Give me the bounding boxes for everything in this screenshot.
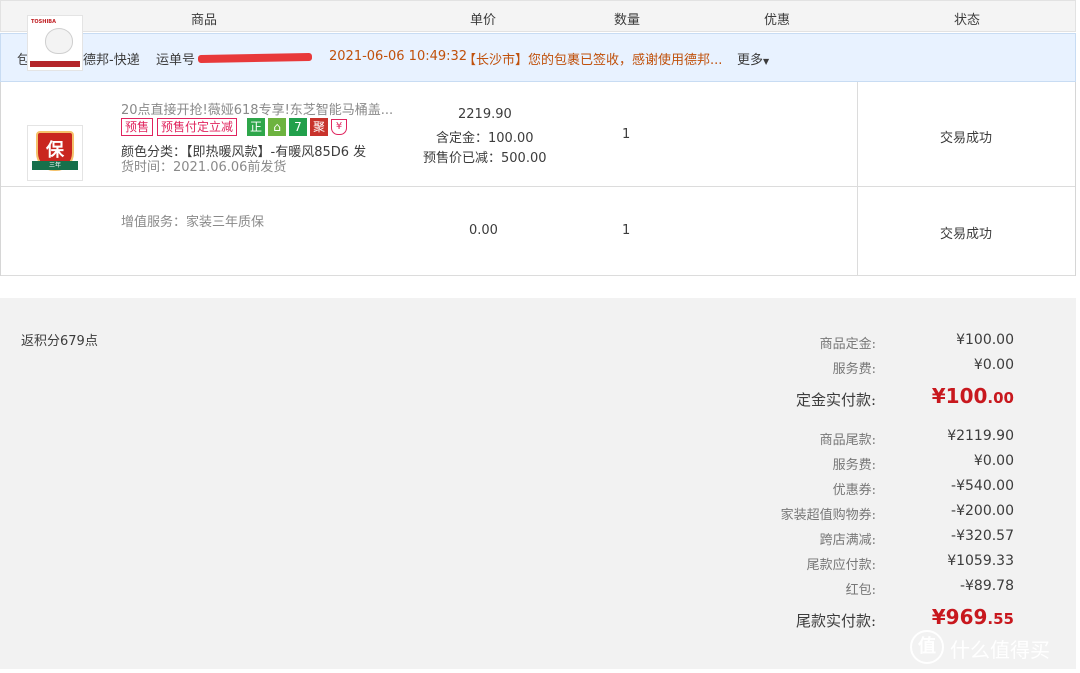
service-fee-value: ¥0.00 bbox=[973, 357, 1014, 373]
brand-logo: TOSHIBA bbox=[31, 19, 56, 25]
logistics-message[interactable]: 【长沙市】您的包裹已签收，感谢使用德邦... bbox=[463, 49, 722, 68]
balance-goods-label: 商品尾款: bbox=[819, 433, 876, 448]
service-price: 0.00 bbox=[469, 223, 498, 238]
balance-due-value: ¥1059.33 bbox=[947, 553, 1014, 569]
warranty-thumbnail[interactable]: 保 三年 bbox=[27, 125, 83, 181]
home-coupon-label: 家装超值购物券: bbox=[780, 508, 876, 523]
service-fee2-label: 服务费: bbox=[832, 458, 876, 473]
home-badge-icon: ⌂ bbox=[268, 118, 286, 136]
coupon-value: -¥540.00 bbox=[951, 478, 1014, 494]
column-divider bbox=[857, 82, 858, 186]
redacted-tracking-number bbox=[197, 53, 313, 63]
chevron-down-icon: ▼ bbox=[763, 57, 770, 66]
more-label: 更多 bbox=[737, 53, 764, 68]
genuine-badge-icon: 正 bbox=[247, 118, 265, 136]
deposit-paid-label: 定金实付款: bbox=[795, 391, 876, 409]
table-header: 商品 单价 数量 优惠 状态 bbox=[0, 0, 1076, 32]
product-thumbnail[interactable]: TOSHIBA bbox=[27, 15, 83, 71]
tag-presale: 预售 bbox=[121, 118, 154, 136]
payment-summary: 返积分679点 商品定金: ¥100.00 服务费: ¥0.00 定金实付款: … bbox=[0, 298, 1076, 669]
watermark-text: 什么值得买 bbox=[950, 638, 1050, 662]
deposit-paid-dec: .00 bbox=[987, 389, 1014, 407]
package-row: 包裹1 德邦-快递 运单号 2021-06-06 10:49:32 【长沙市】您… bbox=[0, 33, 1076, 82]
cross-store-label: 跨店满减: bbox=[819, 533, 876, 548]
balance-due-label: 尾款应付款: bbox=[806, 558, 876, 573]
service-title: 增值服务：家装三年质保 bbox=[121, 215, 265, 230]
item-price: 2219.90 bbox=[458, 107, 512, 122]
item-deposit: 含定金：100.00 bbox=[436, 131, 534, 146]
col-unit-price: 单价 bbox=[470, 13, 497, 28]
col-quantity: 数量 bbox=[614, 13, 641, 28]
warranty-char: 保 bbox=[46, 140, 64, 161]
toilet-seat-icon bbox=[45, 28, 73, 54]
seven-day-return-icon: 7 bbox=[289, 118, 307, 136]
cross-store-value: -¥320.57 bbox=[951, 528, 1014, 544]
balance-paid-label: 尾款实付款: bbox=[795, 612, 876, 630]
balance-paid-value: ¥969.55 bbox=[932, 605, 1014, 629]
deposit-paid-value: ¥100.00 bbox=[932, 384, 1014, 408]
banner-strip bbox=[30, 61, 80, 67]
red-packet-value: -¥89.78 bbox=[959, 578, 1014, 594]
column-divider bbox=[857, 187, 858, 275]
home-coupon-value: -¥200.00 bbox=[951, 503, 1014, 519]
warranty-shield-icon: 保 三年 bbox=[32, 131, 78, 171]
coupon-label: 优惠券: bbox=[832, 483, 876, 498]
guarantee-shield-icon: ¥ bbox=[331, 119, 347, 135]
item-quantity: 1 bbox=[622, 127, 631, 142]
col-product: 商品 bbox=[191, 13, 218, 28]
warranty-ribbon: 三年 bbox=[32, 161, 78, 170]
red-packet-label: 红包: bbox=[845, 583, 876, 598]
balance-goods-value: ¥2119.90 bbox=[947, 428, 1014, 444]
item-presale-off: 预售价已减：500.00 bbox=[423, 151, 547, 166]
deposit-paid-int: ¥100 bbox=[931, 384, 988, 408]
item-status: 交易成功 bbox=[940, 131, 993, 146]
table-row: 0.00 1 交易成功 bbox=[1, 187, 1075, 276]
logistics-time: 2021-06-06 10:49:32 bbox=[329, 49, 468, 64]
more-dropdown[interactable]: 更多▼ bbox=[737, 49, 769, 68]
service-status: 交易成功 bbox=[940, 227, 993, 242]
col-discount: 优惠 bbox=[764, 13, 791, 28]
balance-paid-dec: .55 bbox=[987, 610, 1014, 628]
col-status: 状态 bbox=[954, 13, 981, 28]
tracking-label: 运单号 bbox=[156, 53, 196, 68]
smzdm-logo-icon: 值 bbox=[910, 630, 944, 664]
service-fee2-value: ¥0.00 bbox=[973, 453, 1014, 469]
balance-paid-int: ¥969 bbox=[931, 605, 988, 629]
tag-presale-deposit: 预售付定立减 bbox=[157, 118, 238, 136]
deposit-goods-label: 商品定金: bbox=[819, 337, 876, 352]
product-title[interactable]: 20点直接开抢!薇娅618专享!东芝智能马桶盖... bbox=[121, 99, 393, 118]
carrier: 德邦-快递 bbox=[83, 53, 140, 68]
deposit-goods-value: ¥100.00 bbox=[956, 332, 1014, 348]
service-fee-label: 服务费: bbox=[832, 362, 876, 377]
service-quantity: 1 bbox=[622, 223, 631, 238]
product-attr-line2: 货时间：2021.06.06前发货 bbox=[121, 160, 287, 175]
reward-points: 返积分679点 bbox=[21, 334, 98, 349]
juhuasuan-badge-icon: 聚 bbox=[310, 118, 328, 136]
